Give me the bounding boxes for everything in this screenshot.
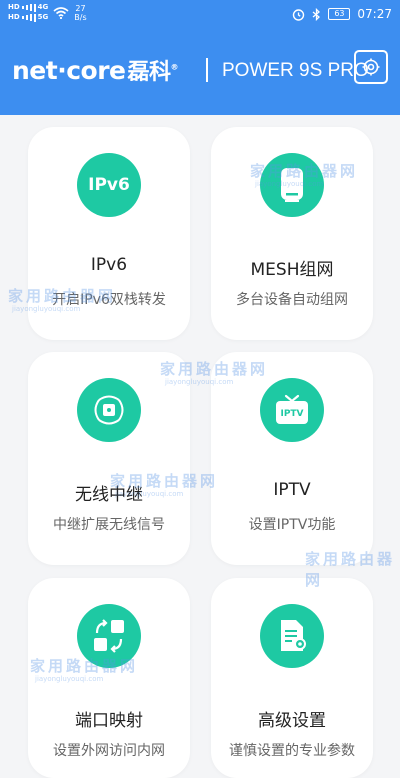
- card-wireless-relay[interactable]: 无线中继 中继扩展无线信号: [28, 352, 190, 565]
- tv-icon: IPTV: [260, 378, 324, 442]
- settings-button[interactable]: [354, 50, 388, 84]
- ipv6-icon: IPv6: [77, 153, 141, 217]
- advanced-settings-icon: [260, 604, 324, 668]
- card-title: IPv6: [90, 255, 128, 275]
- card-port-mapping[interactable]: 端口映射 设置外网访问内网: [28, 578, 190, 778]
- net-speed: 27 B/s: [74, 4, 86, 22]
- card-title: 无线中继: [75, 485, 143, 505]
- battery-icon: 63: [328, 8, 351, 20]
- card-title: 高级设置: [258, 711, 326, 731]
- router-icon: [260, 153, 324, 217]
- sim1-label: HD: [8, 3, 20, 11]
- wifi-icon: [53, 6, 69, 19]
- card-mesh[interactable]: MESH组网 多台设备自动组网: [211, 127, 373, 340]
- battery-level: 63: [334, 9, 345, 18]
- app-header: net·core磊科® POWER 9S PRO: [0, 30, 400, 115]
- card-subtitle: 谨慎设置的专业参数: [229, 743, 355, 759]
- status-bar: HD 4G HD 5G 27 B/s 63 07:27: [0, 0, 400, 30]
- brand-name: net·core: [12, 56, 126, 85]
- alarm-icon: [293, 8, 305, 21]
- brand-name-cn: 磊科: [127, 60, 171, 85]
- card-advanced-settings[interactable]: 高级设置 谨慎设置的专业参数: [211, 578, 373, 778]
- brand-mark: ®: [170, 62, 179, 72]
- iptv-icon-text: IPTV: [280, 409, 303, 419]
- status-right: 63 07:27: [292, 7, 392, 21]
- card-subtitle: 中继扩展无线信号: [53, 517, 165, 533]
- card-title: 端口映射: [75, 711, 143, 731]
- card-iptv[interactable]: IPTV IPTV 设置IPTV功能: [211, 352, 373, 565]
- card-title: IPTV: [273, 480, 311, 500]
- ipv6-icon-text: IPv6: [88, 175, 130, 195]
- bluetooth-icon: [312, 7, 321, 21]
- speed-unit: B/s: [74, 12, 87, 22]
- port-mapping-icon: [77, 604, 141, 668]
- router-model: POWER 9S PRO: [222, 60, 369, 81]
- signal-group: HD 4G HD 5G: [8, 3, 48, 22]
- card-subtitle: 设置外网访问内网: [53, 743, 165, 759]
- card-ipv6[interactable]: IPv6 IPv6 开启IPv6双栈转发: [28, 127, 190, 340]
- card-title: MESH组网: [250, 260, 334, 280]
- card-subtitle: 多台设备自动组网: [236, 292, 348, 308]
- signal-bars-icon: [21, 13, 36, 22]
- speed-value: 27: [75, 3, 86, 13]
- net1-label: 4G: [37, 3, 49, 11]
- gear-icon: [362, 58, 380, 76]
- status-left: HD 4G HD 5G 27 B/s: [8, 3, 87, 22]
- signal-bars-icon: [21, 3, 36, 12]
- brand-logo: net·core磊科®: [12, 54, 178, 86]
- clock: 07:27: [357, 7, 392, 21]
- net2-label: 5G: [37, 13, 49, 21]
- wireless-relay-icon: [77, 378, 141, 442]
- card-subtitle: 设置IPTV功能: [248, 517, 336, 533]
- card-subtitle: 开启IPv6双栈转发: [52, 292, 166, 308]
- header-divider: [206, 58, 208, 82]
- sim2-label: HD: [8, 13, 20, 21]
